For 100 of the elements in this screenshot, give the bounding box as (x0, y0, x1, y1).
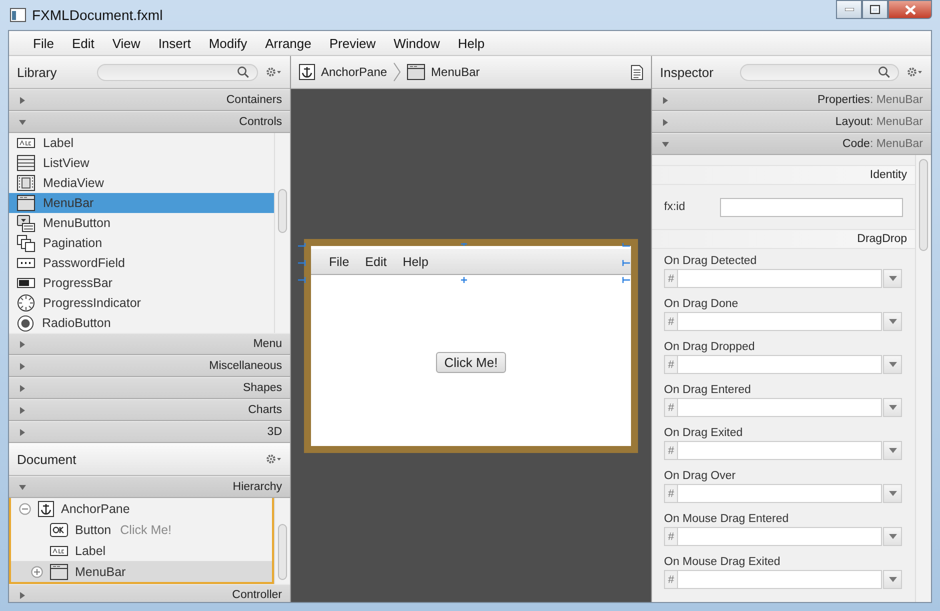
scrollbar-thumb[interactable] (278, 189, 287, 233)
collapsed-arrow-icon (662, 118, 669, 126)
accordion-header[interactable]: 3D (9, 421, 290, 443)
search-field[interactable] (740, 64, 899, 80)
library-item[interactable]: RadioButton (9, 313, 274, 333)
tree-item[interactable]: Button Click Me! (11, 519, 272, 540)
search-field[interactable] (97, 64, 258, 80)
accordion-header[interactable]: Containers (9, 89, 290, 111)
library-item[interactable]: PasswordField (9, 253, 274, 273)
combo-field[interactable] (678, 570, 882, 589)
combo-field[interactable] (678, 398, 882, 417)
settings-icon[interactable] (266, 67, 282, 77)
dropdown-button[interactable] (883, 355, 902, 374)
selection-handles[interactable] (298, 243, 630, 283)
collapse-icon[interactable] (19, 502, 31, 514)
caret-icon (888, 276, 896, 281)
combo-field[interactable] (678, 269, 882, 288)
menu-item[interactable]: Edit (357, 254, 395, 268)
tree-item[interactable]: MenuBar (11, 561, 272, 582)
spinner-icon (17, 294, 35, 312)
combo-field[interactable] (678, 484, 882, 503)
prefix-label: # (664, 398, 678, 417)
dropdown-button[interactable] (883, 570, 902, 589)
library-item[interactable]: ProgressBar (9, 273, 274, 293)
accordion-header[interactable]: Charts (9, 399, 290, 421)
accordion-header[interactable]: Hierarchy (9, 476, 290, 498)
window-title: FXMLDocument.fxml (32, 7, 163, 23)
combo-field[interactable] (678, 312, 882, 331)
expand-icon[interactable] (31, 566, 43, 578)
accordion-header[interactable]: Controls (9, 111, 290, 133)
tree-item[interactable]: Label (11, 540, 272, 561)
dropdown-button[interactable] (883, 484, 902, 503)
collapsed-arrow-icon (19, 362, 26, 370)
preview-button[interactable]: Click Me! (436, 352, 506, 373)
close-button[interactable] (888, 0, 932, 19)
collapsed-arrow-icon (19, 96, 26, 104)
accordion-header[interactable]: Code: MenuBar (652, 133, 931, 155)
document-icon[interactable] (631, 64, 643, 80)
scrollbar-thumb[interactable] (278, 524, 287, 580)
minimize-button[interactable] (836, 0, 862, 19)
breadcrumb-item[interactable]: MenuBar (407, 64, 480, 80)
accordion-header[interactable]: Layout: MenuBar (652, 111, 931, 133)
accordion-header[interactable]: Menu (9, 333, 290, 355)
combo-field[interactable] (678, 355, 882, 374)
dropdown-button[interactable] (883, 527, 902, 546)
expanded-arrow-icon (662, 140, 669, 148)
accordion-header[interactable]: Properties: MenuBar (652, 89, 931, 111)
collapsed-arrow-icon (19, 428, 26, 436)
settings-icon[interactable] (907, 67, 923, 77)
menu-item[interactable]: File (24, 36, 63, 50)
menu-item[interactable]: View (103, 36, 150, 50)
dropdown-button[interactable] (883, 441, 902, 460)
maximize-button[interactable] (862, 0, 888, 19)
menu-item[interactable]: Arrange (256, 36, 320, 50)
field-label: On Drag Done (664, 298, 740, 310)
library-item[interactable]: MenuButton (9, 213, 274, 233)
group-header: DragDrop (652, 229, 915, 249)
field-label: On Drag Entered (664, 384, 752, 396)
menu-item[interactable]: Help (394, 254, 436, 268)
menu-bar[interactable]: File Edit Help (311, 249, 631, 275)
library-item[interactable]: Pagination (9, 233, 274, 253)
menu-item[interactable]: File (321, 254, 358, 268)
film-icon (17, 175, 35, 191)
accordion-header[interactable]: Controller (9, 584, 290, 602)
dropdown-button[interactable] (883, 269, 902, 288)
ok-button-icon (50, 522, 68, 536)
menu-item[interactable]: Preview (320, 36, 385, 50)
library-item[interactable]: MenuBar (9, 193, 274, 213)
combo-field[interactable] (678, 527, 882, 546)
field-label: On Drag Dropped (664, 341, 756, 353)
caret-icon (888, 319, 896, 324)
collapsed-arrow-icon (19, 384, 26, 392)
radio-icon (17, 314, 34, 332)
field-label: On Drag Detected (664, 255, 758, 267)
breadcrumb-item[interactable]: AnchorPane (299, 64, 388, 80)
menu-item[interactable]: Window (384, 36, 449, 50)
combo-field[interactable] (678, 441, 882, 460)
accordion-header[interactable]: Shapes (9, 377, 290, 399)
library-item[interactable]: Label (9, 133, 274, 153)
collapsed-arrow-icon (19, 340, 26, 348)
tree-item[interactable]: AnchorPane (11, 498, 272, 519)
label-icon (17, 136, 35, 150)
menu-item[interactable]: Help (448, 36, 494, 50)
settings-icon[interactable] (266, 454, 282, 464)
panel-title: Document (17, 452, 77, 466)
accordion-header[interactable]: Miscellaneous (9, 355, 290, 377)
menu-item[interactable]: Insert (149, 36, 200, 50)
library-item[interactable]: MediaView (9, 173, 274, 193)
library-item[interactable]: ProgressIndicator (9, 293, 274, 313)
menu-item[interactable]: Edit (62, 36, 104, 50)
dropdown-button[interactable] (883, 398, 902, 417)
panel-title: Inspector (660, 64, 714, 80)
dropdown-button[interactable] (883, 312, 902, 331)
scrollbar-thumb[interactable] (919, 159, 928, 251)
menu-item[interactable]: Modify (200, 36, 256, 50)
text-field[interactable] (720, 198, 903, 216)
library-item[interactable]: ListView (9, 153, 274, 173)
caret-icon (888, 405, 896, 410)
prefix-label: # (664, 441, 678, 460)
minimize-icon (844, 8, 854, 11)
